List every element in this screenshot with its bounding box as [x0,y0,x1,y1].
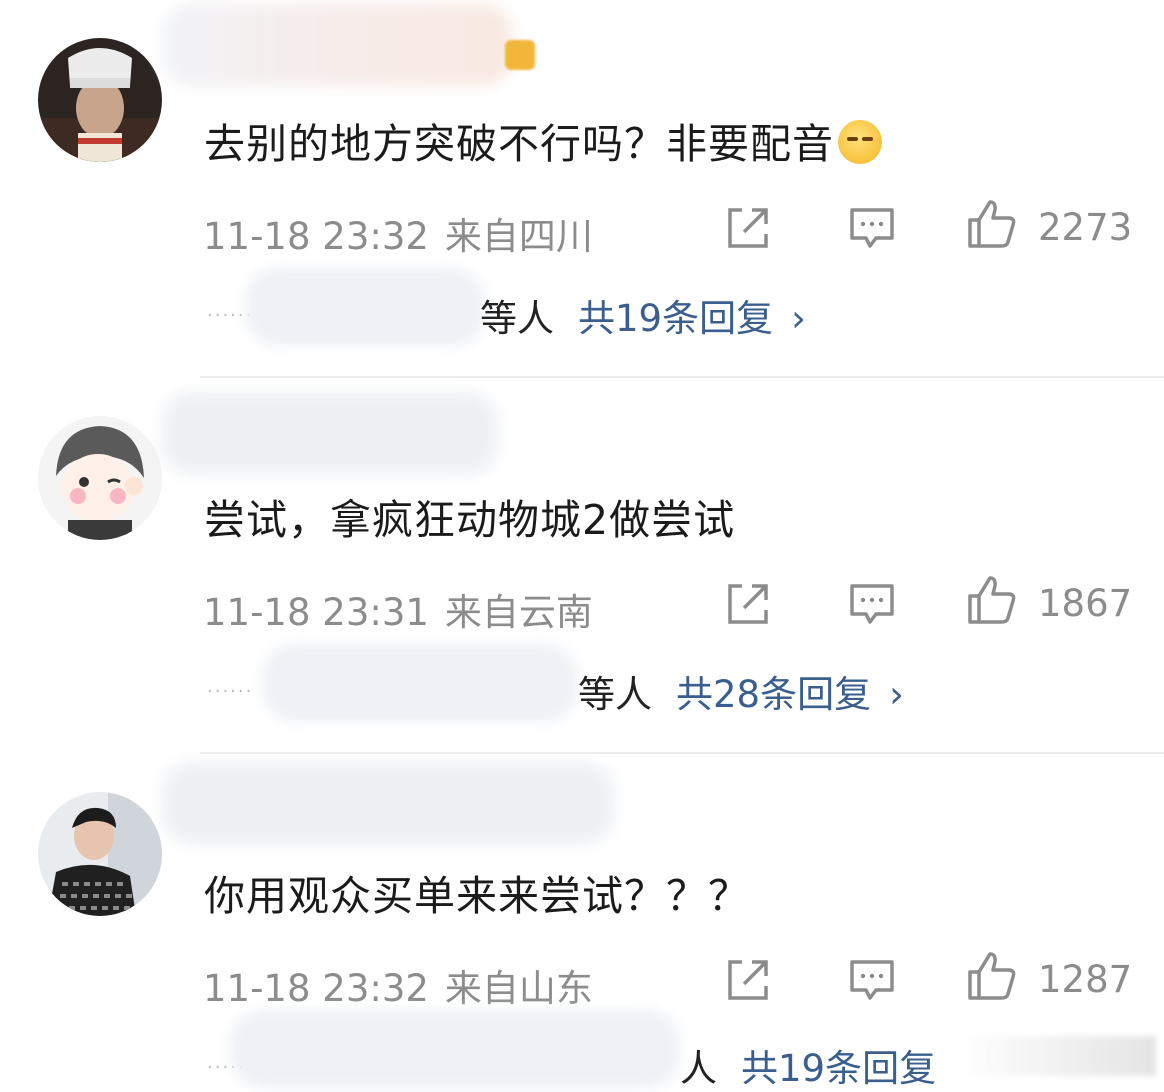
reply-names-suffix: 人 [680,1047,717,1090]
comment-item: 你用观众买单来来尝试？？？ 11-18 23:32 来自山东 1287 .....… [0,0,1164,1090]
comment-divider [200,752,1164,754]
comment-time: 11-18 23:31 [203,591,429,634]
comment-icon[interactable] [846,954,898,1006]
like-icon[interactable] [966,950,1018,1002]
watermark-blur [956,1036,1156,1076]
reply-names-redacted [230,1010,680,1088]
comment-text: 尝试，拿疯狂动物城2做尝试 [204,496,736,544]
like-icon[interactable] [966,574,1018,626]
user-avatar[interactable] [38,416,162,540]
share-icon[interactable] [722,578,774,630]
comment-icon[interactable] [846,578,898,630]
reply-summary[interactable]: 人共19条回复 [680,1038,936,1092]
reply-count-link[interactable]: 共28条回复 [676,673,871,716]
user-avatar[interactable] [38,792,162,916]
like-count: 1287 [1038,958,1133,1001]
comment-meta: 11-18 23:31 来自云南 [203,582,593,636]
like-count: 1867 [1038,582,1133,625]
comment-location: 来自山东 [444,967,593,1010]
ellipsis-dots: ...... [207,676,254,697]
comment-time: 11-18 23:32 [203,967,429,1010]
chevron-right-icon: › [889,673,904,716]
username-redacted[interactable] [162,762,614,844]
comment-divider [200,376,1164,378]
comment-meta: 11-18 23:32 来自山东 [203,958,593,1012]
share-icon[interactable] [722,954,774,1006]
reply-count-link[interactable]: 共19条回复 [741,1047,936,1090]
comment-location: 来自云南 [444,591,593,634]
username-redacted[interactable] [162,392,498,474]
reply-summary[interactable]: 等人 共28条回复 › [578,664,904,718]
reply-names-redacted [262,644,578,722]
reply-names-suffix: 等人 [578,673,652,716]
comment-text: 你用观众买单来来尝试？？？ [204,872,750,920]
